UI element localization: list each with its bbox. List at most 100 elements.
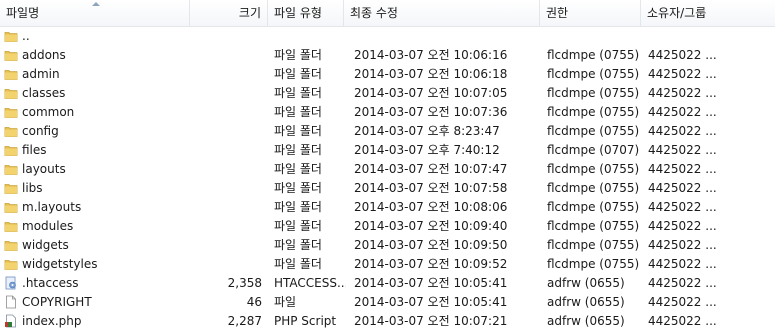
file-name: COPYRIGHT: [22, 295, 92, 309]
file-row[interactable]: widgetstyles 파일 폴더 2014-03-07 오전 10:09:52 f…: [0, 255, 775, 274]
file-name: admin: [22, 67, 60, 81]
file-name-cell: layouts: [4, 160, 190, 179]
file-type: 파일 폴더: [274, 181, 322, 195]
file-type: 파일 폴더: [274, 48, 322, 62]
folder-icon: [4, 124, 18, 138]
file-type: HTACCESS...: [274, 276, 346, 290]
column-header-name[interactable]: 파일명: [0, 0, 190, 26]
column-header-size-label: 크기: [238, 6, 261, 20]
folder-icon: [4, 48, 18, 62]
file-row[interactable]: widgets 파일 폴더 2014-03-07 오전 10:09:50 flcdmp…: [0, 236, 775, 255]
file-name: widgetstyles: [22, 257, 98, 271]
file-modified: 2014-03-07 오전 10:05:41: [354, 276, 508, 290]
file-name-cell: modules: [4, 217, 190, 236]
file-size: 2,358: [227, 276, 262, 290]
file-row[interactable]: files 파일 폴더 2014-03-07 오후 7:40:12 flcdmpe (…: [0, 141, 775, 160]
file-permissions: flcdmpe (0755): [547, 86, 640, 100]
file-size: [190, 141, 262, 160]
file-size: [190, 122, 262, 141]
column-header-owner[interactable]: 소유자/그룹: [641, 0, 775, 26]
file-name-cell: ..: [4, 27, 190, 46]
file-list: .. addons 파일 폴더 2014-03-07 오전 10:06:16 flcdm…: [0, 27, 775, 331]
file-modified: 2014-03-07 오후 7:40:12: [354, 143, 500, 157]
column-header-permissions-label: 권한: [546, 6, 569, 20]
file-row[interactable]: index.php 2,287 PHP Script 2014-03-07 오전 10…: [0, 312, 775, 331]
file-modified: [354, 27, 540, 46]
file-permissions: flcdmpe (0755): [547, 48, 640, 62]
file-name-cell: files: [4, 141, 190, 160]
file-modified: 2014-03-07 오전 10:07:05: [354, 86, 508, 100]
file-type: 파일 폴더: [274, 257, 322, 271]
column-header-type[interactable]: 파일 유형: [268, 0, 344, 26]
file-owner: 4425022 ...: [648, 48, 717, 62]
column-header-permissions[interactable]: 권한: [540, 0, 641, 26]
file-owner: 4425022 ...: [648, 314, 717, 328]
file-owner: 4425022 ...: [648, 162, 717, 176]
column-header-modified[interactable]: 최종 수정: [344, 0, 540, 26]
php-file-icon: [4, 314, 18, 328]
file-name-cell: COPYRIGHT: [4, 293, 190, 312]
file-row[interactable]: config 파일 폴더 2014-03-07 오후 8:23:47 flcdmpe …: [0, 122, 775, 141]
folder-icon: [4, 162, 18, 176]
file-permissions: flcdmpe (0755): [547, 67, 640, 81]
file-permissions: adfrw (0655): [547, 276, 625, 290]
column-header-type-label: 파일 유형: [274, 6, 322, 20]
file-permissions: flcdmpe (0755): [547, 257, 640, 271]
file-row[interactable]: libs 파일 폴더 2014-03-07 오전 10:07:58 flcdmpe (…: [0, 179, 775, 198]
file-owner: 4425022 ...: [648, 238, 717, 252]
file-permissions: adfrw (0655): [547, 314, 625, 328]
file-modified: 2014-03-07 오전 10:06:16: [354, 48, 508, 62]
file-row[interactable]: COPYRIGHT 46 파일 2014-03-07 오전 10:05:41 adfrw…: [0, 293, 775, 312]
file-row[interactable]: classes 파일 폴더 2014-03-07 오전 10:07:05 flcdmp…: [0, 84, 775, 103]
file-owner: 4425022 ...: [648, 181, 717, 195]
file-permissions: [547, 27, 642, 46]
blank-file-icon: [4, 295, 18, 309]
file-modified: 2014-03-07 오전 10:07:58: [354, 181, 508, 195]
file-name-cell: config: [4, 122, 190, 141]
file-name-cell: classes: [4, 84, 190, 103]
file-permissions: flcdmpe (0755): [547, 124, 640, 138]
file-permissions: flcdmpe (0755): [547, 105, 640, 119]
file-name: addons: [22, 48, 66, 62]
file-name-cell: widgetstyles: [4, 255, 190, 274]
file-row[interactable]: m.layouts 파일 폴더 2014-03-07 오전 10:08:06 flcd…: [0, 198, 775, 217]
file-row[interactable]: admin 파일 폴더 2014-03-07 오전 10:06:18 flcdmpe …: [0, 65, 775, 84]
file-row[interactable]: common 파일 폴더 2014-03-07 오전 10:07:36 flcdmpe…: [0, 103, 775, 122]
file-permissions: flcdmpe (0755): [547, 162, 640, 176]
file-owner: 4425022 ...: [648, 124, 717, 138]
file-name: classes: [22, 86, 66, 100]
file-row[interactable]: ..: [0, 27, 775, 46]
file-size: [190, 179, 262, 198]
file-type: 파일 폴더: [274, 143, 322, 157]
file-type: 파일 폴더: [274, 238, 322, 252]
htaccess-file-icon: [4, 276, 18, 290]
file-owner: 4425022 ...: [648, 257, 717, 271]
file-size: [190, 217, 262, 236]
file-name: libs: [22, 181, 43, 195]
file-row[interactable]: layouts 파일 폴더 2014-03-07 오전 10:07:47 flcdmp…: [0, 160, 775, 179]
file-row[interactable]: modules 파일 폴더 2014-03-07 오전 10:09:40 flcdmp…: [0, 217, 775, 236]
file-type: 파일 폴더: [274, 86, 322, 100]
file-row[interactable]: addons 파일 폴더 2014-03-07 오전 10:06:16 flcdmpe…: [0, 46, 775, 65]
file-permissions: adfrw (0655): [547, 295, 625, 309]
folder-icon: [4, 181, 18, 195]
file-type: PHP Script: [274, 314, 337, 328]
file-name: widgets: [22, 238, 69, 252]
file-owner: 4425022 ...: [648, 200, 717, 214]
folder-icon: [4, 67, 18, 81]
file-name: files: [22, 143, 47, 157]
file-modified: 2014-03-07 오전 10:06:18: [354, 67, 508, 81]
file-name: layouts: [22, 162, 66, 176]
file-type: [274, 27, 346, 46]
file-size: [190, 160, 262, 179]
file-size: 2,287: [227, 314, 262, 328]
folder-icon: [4, 143, 18, 157]
file-type: 파일 폴더: [274, 200, 322, 214]
file-name-cell: addons: [4, 46, 190, 65]
column-header-size[interactable]: 크기: [190, 0, 268, 26]
file-name: ..: [22, 29, 30, 43]
file-size: [190, 27, 262, 46]
file-row[interactable]: .htaccess 2,358 HTACCESS... 2014-03-07 오전 1…: [0, 274, 775, 293]
file-name-cell: .htaccess: [4, 274, 190, 293]
file-type: 파일 폴더: [274, 219, 322, 233]
